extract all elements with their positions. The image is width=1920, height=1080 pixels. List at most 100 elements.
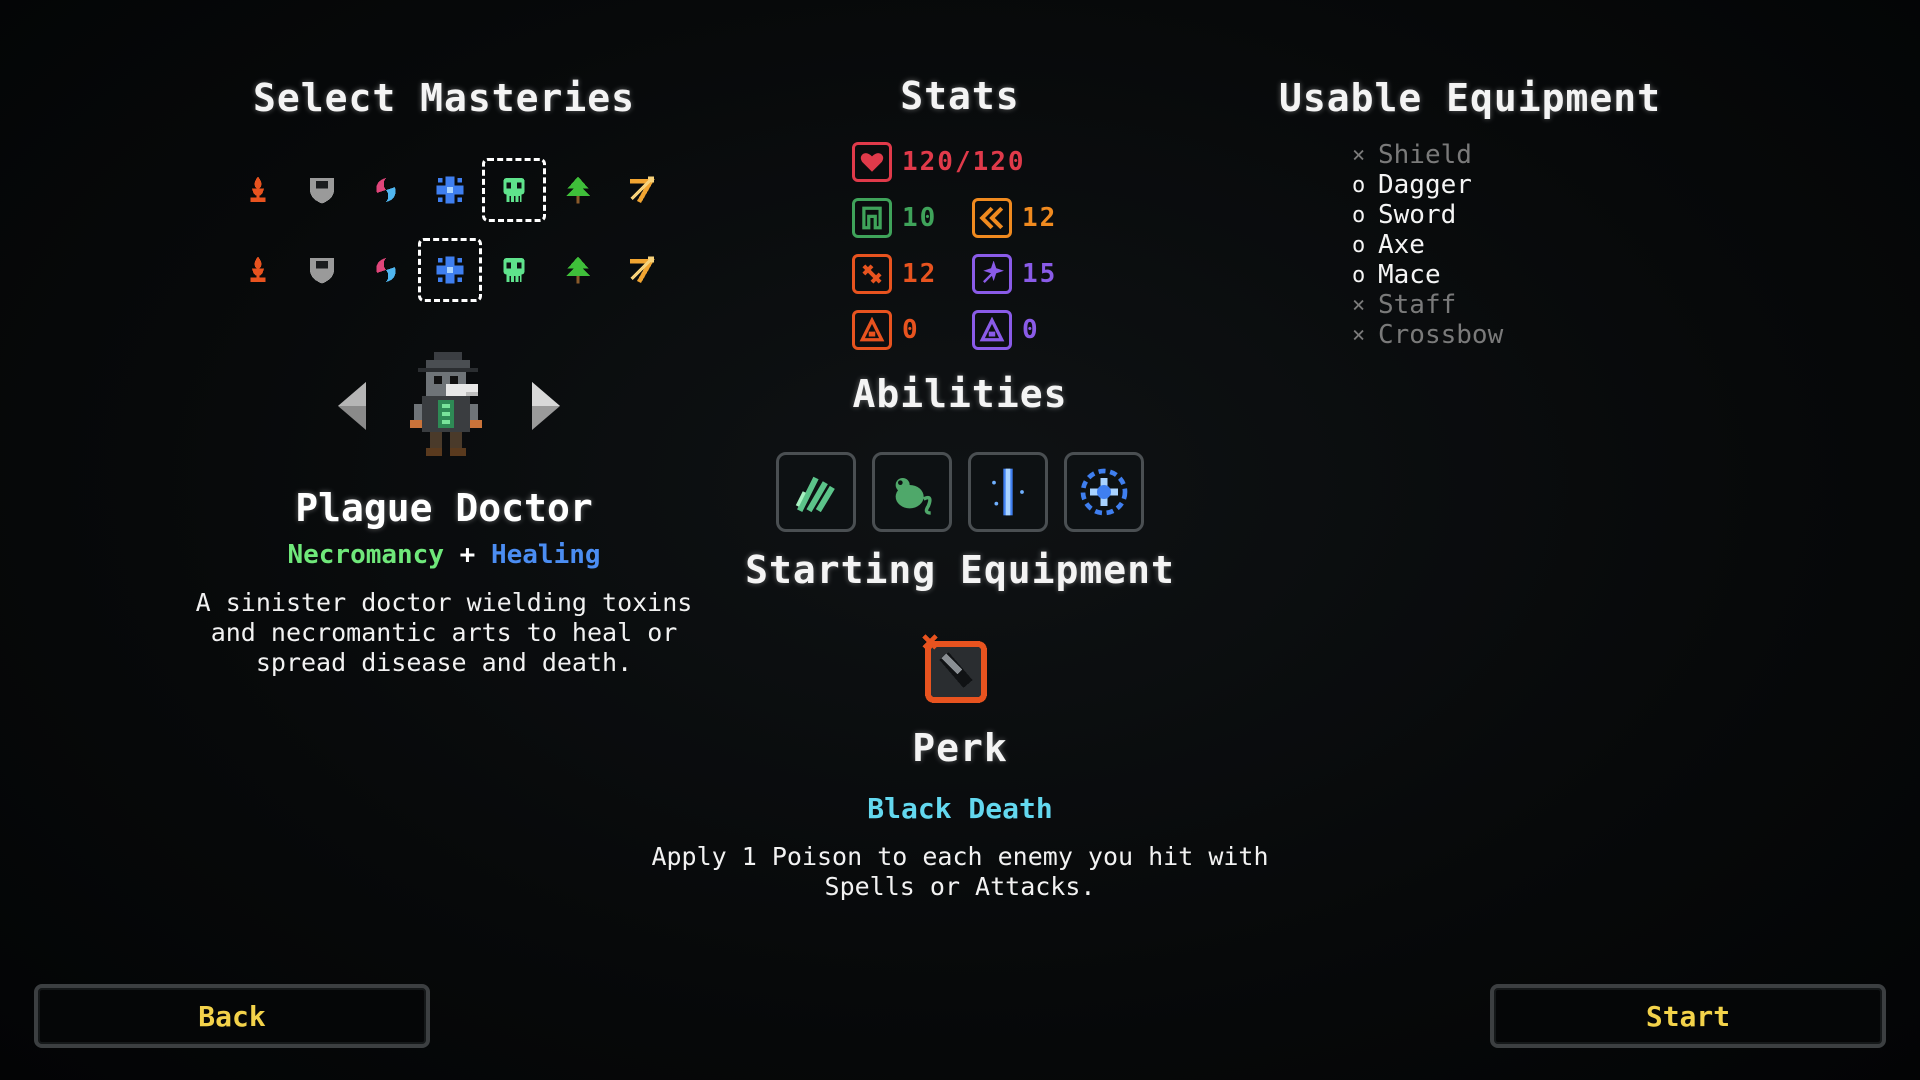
equipment-type-label: Sword: [1378, 200, 1457, 230]
equipment-type-item: o Sword: [1352, 200, 1503, 230]
equipment-type-label: Mace: [1378, 260, 1441, 290]
character-description: A sinister doctor wielding toxins and ne…: [195, 588, 693, 677]
rat-ability-icon[interactable]: [872, 452, 952, 532]
fire-resist-value: 0: [902, 315, 920, 345]
healing-mastery-icon: [432, 252, 468, 288]
perk-description: Apply 1 Poison to each enemy you hit wit…: [651, 842, 1269, 901]
usable-equipment-title: Usable Equipment: [1278, 76, 1662, 120]
claw-ability-icon[interactable]: [776, 452, 856, 532]
primary-mastery-option[interactable]: [418, 158, 482, 222]
health-value: 120/120: [902, 147, 1026, 177]
mastery-plus-sign: +: [459, 540, 476, 570]
nature-mastery-icon: [560, 172, 596, 208]
primary-mastery-option[interactable]: [546, 158, 610, 222]
equipment-type-item: o Dagger: [1352, 170, 1503, 200]
aura-ability-icon[interactable]: [1064, 452, 1144, 532]
armor-value: 10: [902, 203, 938, 233]
secondary-mastery-option[interactable]: [418, 238, 482, 302]
character-select-screen: Select Masteries Plague Doctor Necromanc…: [0, 0, 1920, 1080]
usable-equipment-list: × Shield o Dagger o Sword o Axe o Mace × Staff × Cros…: [1352, 140, 1503, 350]
character-masteries: Necromancy + Healing: [176, 540, 712, 570]
health-stat: 120/120: [852, 140, 1026, 184]
usable-mark-icon: o: [1352, 262, 1366, 288]
speed-value: 12: [1022, 203, 1058, 233]
character-name: Plague Doctor: [295, 486, 593, 530]
primary-mastery-option[interactable]: [482, 158, 546, 222]
equipment-type-item: o Mace: [1352, 260, 1503, 290]
equipment-type-item: × Staff: [1352, 290, 1503, 320]
spell-icon: [972, 254, 1012, 294]
nature-mastery-icon: [560, 252, 596, 288]
fire-mastery-icon: [240, 252, 276, 288]
secondary-mastery-option[interactable]: [610, 238, 674, 302]
usable-mark-icon: o: [1352, 232, 1366, 258]
mastery-row-primary: [226, 158, 674, 222]
attack-value: 12: [902, 259, 938, 289]
equipment-type-item: × Crossbow: [1352, 320, 1503, 350]
next-character-button[interactable]: [526, 378, 566, 434]
elemental-mastery-icon: [368, 252, 404, 288]
equipment-type-item: × Shield: [1352, 140, 1503, 170]
equipment-type-label: Dagger: [1378, 170, 1472, 200]
equipment-type-item: o Axe: [1352, 230, 1503, 260]
ranged-mastery-icon: [624, 252, 660, 288]
spell-value: 15: [1022, 259, 1058, 289]
primary-mastery-label: Necromancy: [287, 540, 444, 570]
mastery-row-secondary: [226, 238, 674, 302]
elemental-mastery-icon: [368, 172, 404, 208]
usable-mark-icon: o: [1352, 172, 1366, 198]
fire-mastery-icon: [240, 172, 276, 208]
attack-icon: [852, 254, 892, 294]
primary-mastery-option[interactable]: [226, 158, 290, 222]
primary-mastery-option[interactable]: [610, 158, 674, 222]
equipment-type-label: Crossbow: [1378, 320, 1504, 350]
masteries-title: Select Masteries: [252, 76, 636, 120]
beam-ability-icon[interactable]: [968, 452, 1048, 532]
magic-resist-icon: [972, 310, 1012, 350]
secondary-mastery-option[interactable]: [226, 238, 290, 302]
abilities-title: Abilities: [852, 372, 1068, 416]
secondary-mastery-option[interactable]: [482, 238, 546, 302]
secondary-mastery-option[interactable]: [290, 238, 354, 302]
prev-character-button[interactable]: [332, 378, 372, 434]
armor-stat: 10: [852, 196, 937, 240]
secondary-mastery-label: Healing: [490, 540, 601, 570]
perk-name: Black Death: [867, 792, 1053, 825]
equipment-type-label: Axe: [1378, 230, 1425, 260]
equipment-type-label: Staff: [1378, 290, 1457, 320]
fire-resist-stat: 0: [852, 308, 920, 352]
healing-mastery-icon: [432, 172, 468, 208]
speed-icon: [972, 198, 1012, 238]
unusable-mark-icon: ×: [1352, 322, 1366, 348]
starting-equipment-title: Starting Equipment: [745, 548, 1175, 592]
speed-stat: 12: [972, 196, 1057, 240]
spell-stat: 15: [972, 252, 1057, 296]
start-button[interactable]: Start: [1490, 984, 1886, 1048]
right-arrow-icon: [532, 382, 560, 430]
necromancy-mastery-icon: [496, 172, 532, 208]
dagger-item-icon[interactable]: [920, 632, 992, 708]
back-button[interactable]: Back: [34, 984, 430, 1048]
unusable-mark-icon: ×: [1352, 292, 1366, 318]
fire-resist-icon: [852, 310, 892, 350]
heart-icon: [852, 142, 892, 182]
perk-title: Perk: [912, 726, 1008, 770]
necromancy-mastery-icon: [496, 252, 532, 288]
secondary-mastery-option[interactable]: [546, 238, 610, 302]
equipment-type-label: Shield: [1378, 140, 1472, 170]
magic-resist-stat: 0: [972, 308, 1040, 352]
primary-mastery-option[interactable]: [354, 158, 418, 222]
armor-icon: [852, 198, 892, 238]
attack-stat: 12: [852, 252, 937, 296]
secondary-mastery-option[interactable]: [354, 238, 418, 302]
ranged-mastery-icon: [624, 172, 660, 208]
magic-resist-value: 0: [1022, 315, 1040, 345]
stats-title: Stats: [900, 74, 1020, 118]
unusable-mark-icon: ×: [1352, 142, 1366, 168]
primary-mastery-option[interactable]: [290, 158, 354, 222]
shield-mastery-icon: [304, 172, 340, 208]
shield-mastery-icon: [304, 252, 340, 288]
left-arrow-icon: [338, 382, 366, 430]
usable-mark-icon: o: [1352, 202, 1366, 228]
plague-doctor-sprite: [410, 352, 482, 456]
